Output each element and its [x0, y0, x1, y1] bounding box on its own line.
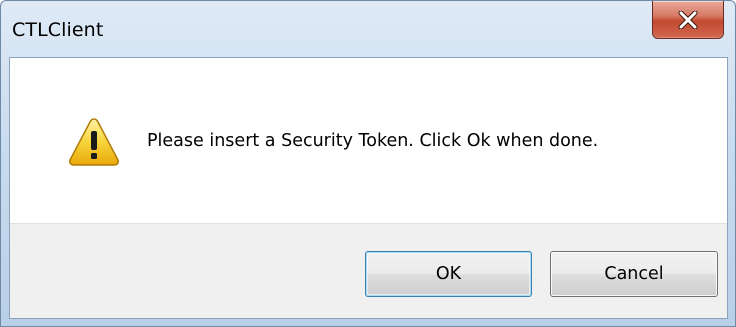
close-button[interactable]: [652, 1, 724, 39]
cancel-button[interactable]: Cancel: [550, 251, 718, 297]
window-title: CTLClient: [12, 19, 104, 41]
dialog-message: Please insert a Security Token. Click Ok…: [147, 131, 599, 151]
dialog-body: Please insert a Security Token. Click Ok…: [9, 57, 728, 319]
ok-button[interactable]: OK: [365, 251, 532, 297]
dialog-window: CTLClient Please insert a Security Token…: [0, 0, 736, 327]
message-area: Please insert a Security Token. Click Ok…: [10, 58, 727, 223]
title-bar[interactable]: CTLClient: [1, 1, 735, 57]
button-bar: OK Cancel: [10, 223, 727, 318]
close-icon: [678, 10, 698, 29]
warning-icon: [67, 116, 121, 168]
